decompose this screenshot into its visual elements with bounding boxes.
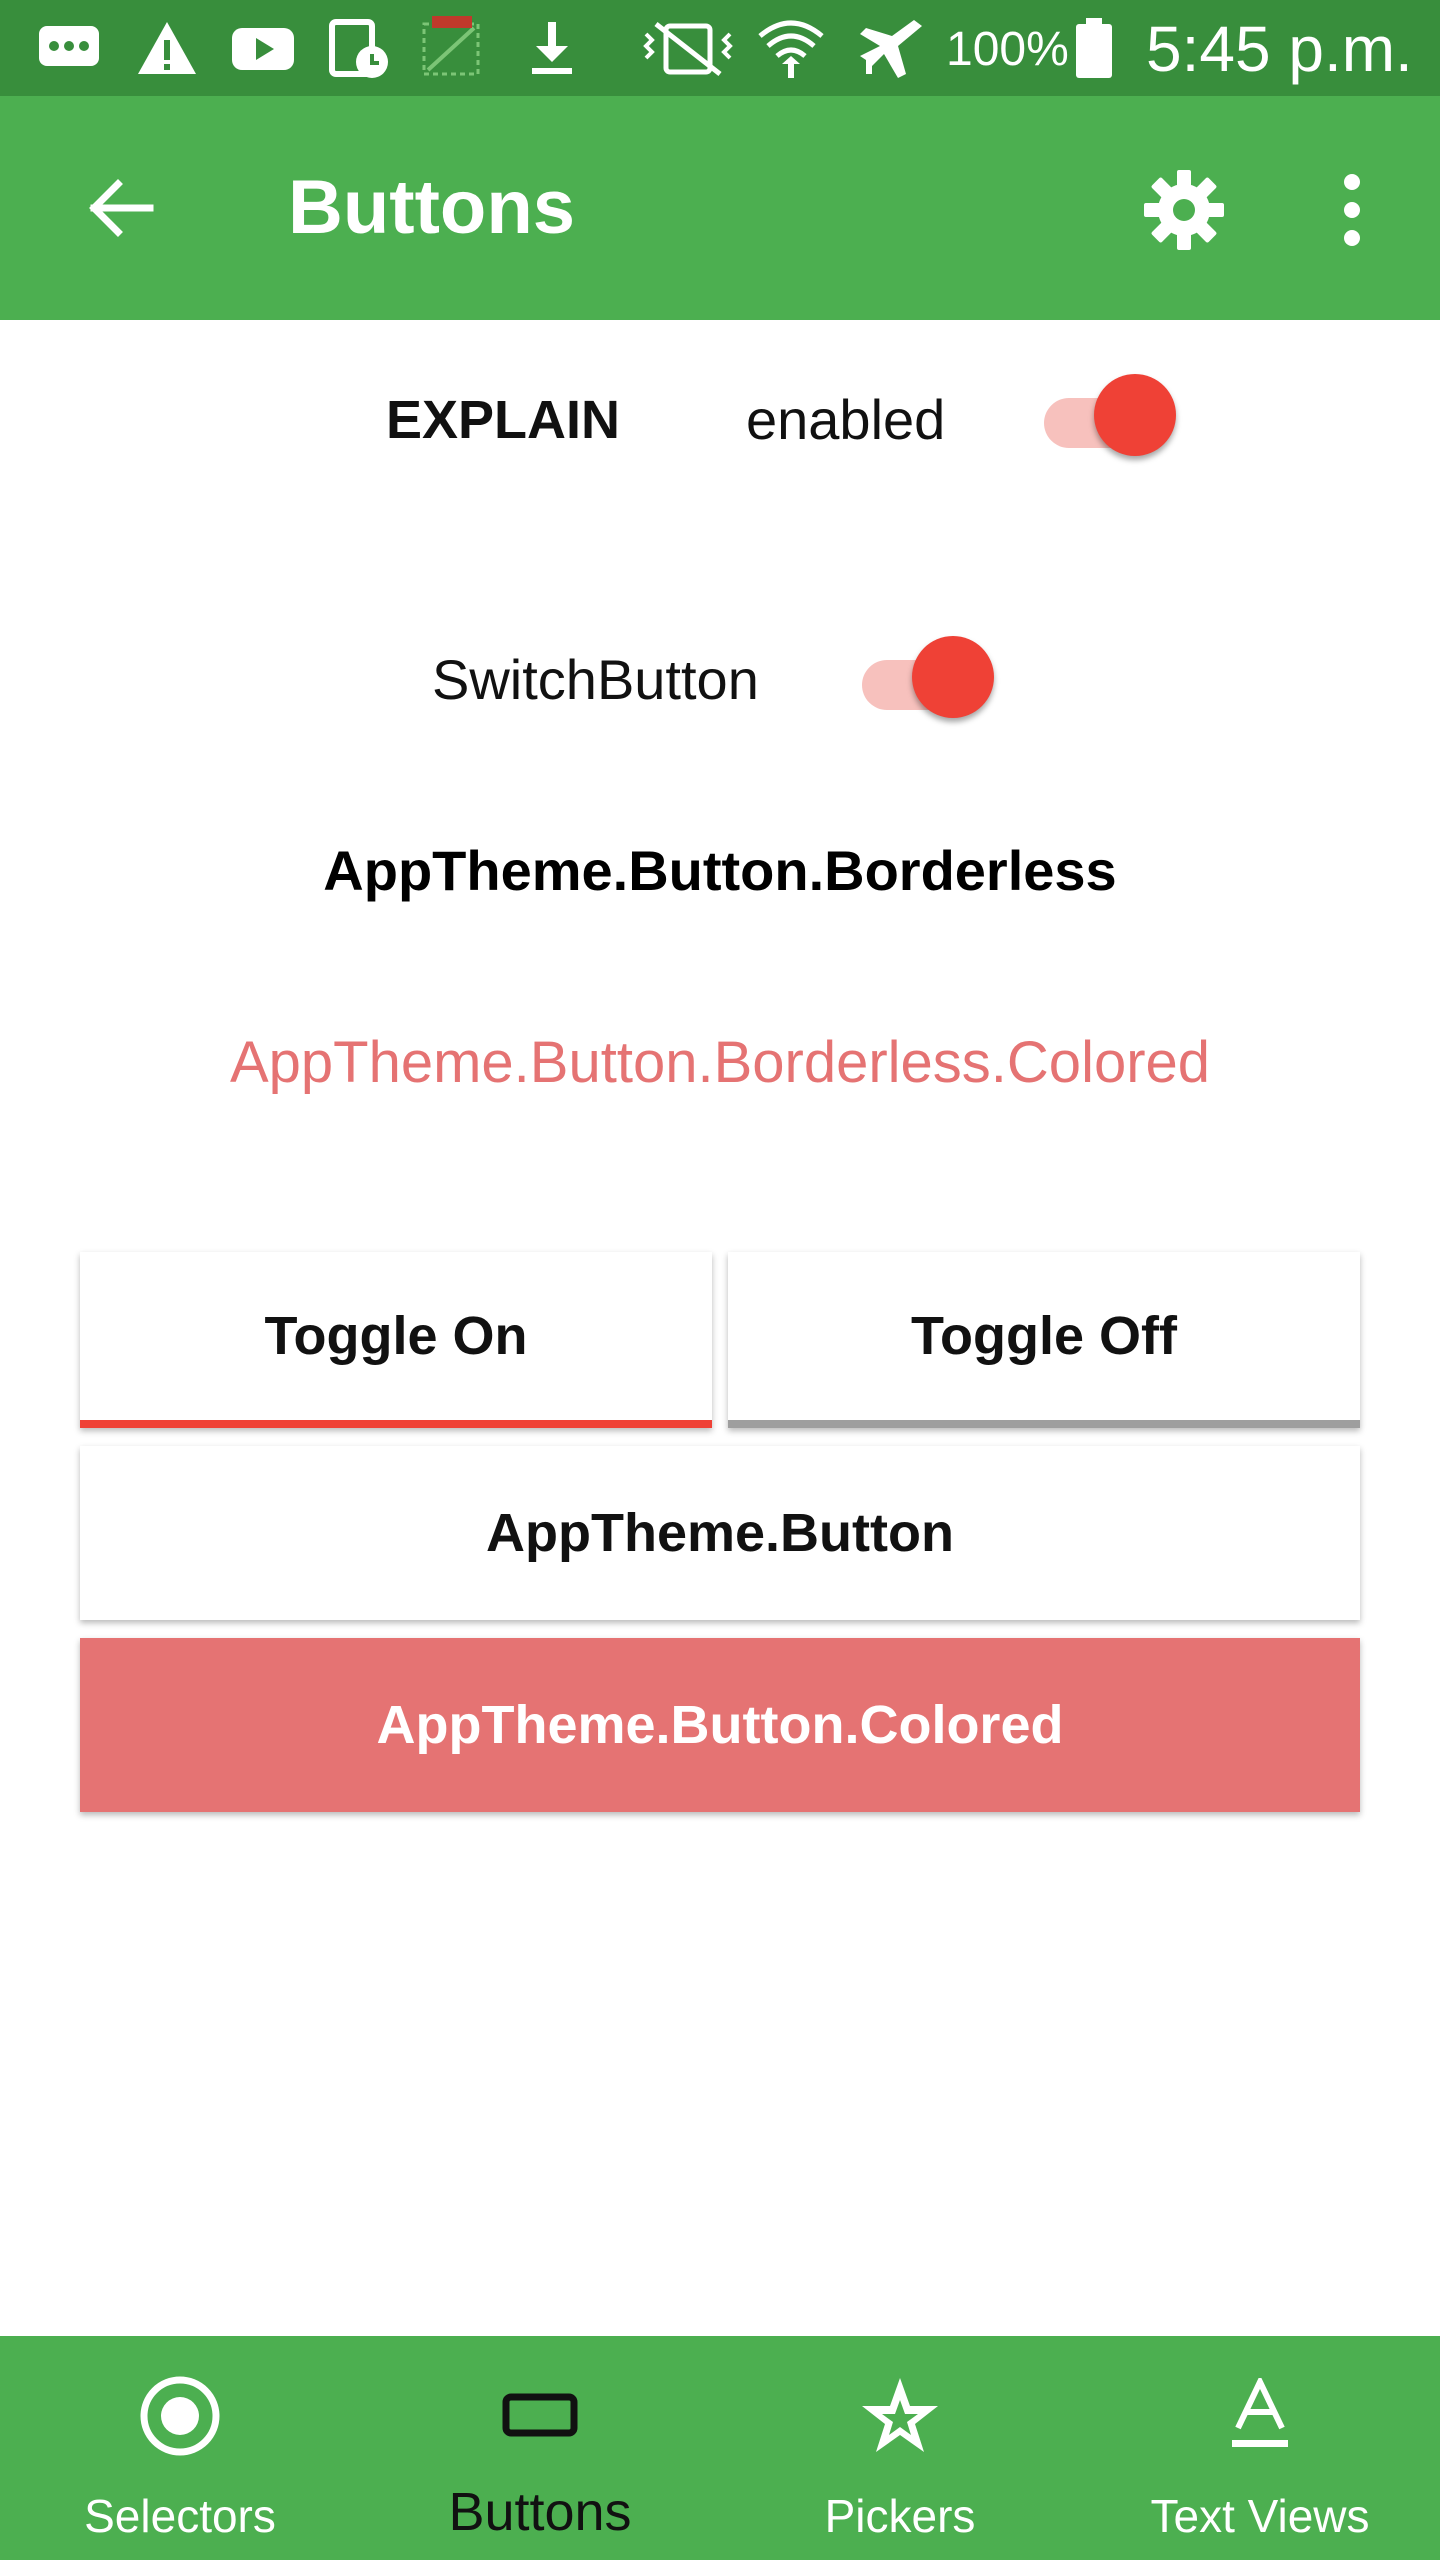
download-icon <box>532 22 572 74</box>
settings-button[interactable] <box>1126 152 1242 268</box>
sms-icon <box>39 26 99 66</box>
back-button[interactable] <box>60 148 180 268</box>
battery-icon <box>1076 18 1112 78</box>
switch-button-label: SwitchButton <box>432 648 759 711</box>
toggle-on-button[interactable]: Toggle On <box>80 1252 712 1428</box>
borderless-button[interactable]: AppTheme.Button.Borderless <box>0 826 1440 916</box>
gear-icon <box>1144 170 1224 250</box>
youtube-icon <box>232 28 294 70</box>
nav-item-buttons[interactable]: Buttons <box>360 2336 720 2560</box>
vibrate-off-icon <box>643 22 733 76</box>
enabled-label: enabled <box>746 388 946 451</box>
switch-thumb <box>1094 374 1176 456</box>
fake-gps-icon <box>422 16 480 76</box>
nav-label-pickers: Pickers <box>824 2490 976 2542</box>
text-format-icon <box>1232 2378 1288 2447</box>
battery-percent: 100% <box>946 23 1069 76</box>
clock: 5:45 p.m. <box>1146 13 1413 85</box>
nav-label-selectors: Selectors <box>84 2490 276 2542</box>
nav-label-buttons: Buttons <box>448 2482 632 2542</box>
status-bar: 100% 5:45 p.m. <box>0 0 1440 96</box>
star-outline-icon <box>862 2378 938 2452</box>
toolbar: Buttons <box>0 96 1440 320</box>
more-vert-icon <box>1344 174 1360 246</box>
bottom-navigation: Selectors Buttons Pickers Text Views <box>0 2336 1440 2560</box>
explain-label: EXPLAIN <box>386 390 621 450</box>
warning-icon <box>138 22 196 74</box>
explain-switch[interactable] <box>1044 374 1176 464</box>
app-theme-button[interactable]: AppTheme.Button <box>80 1446 1360 1620</box>
nav-item-text-views[interactable]: Text Views <box>1080 2336 1440 2560</box>
switch-button[interactable] <box>862 636 994 726</box>
more-options-button[interactable] <box>1300 152 1404 268</box>
device-clock-icon <box>329 19 388 78</box>
switch-thumb <box>912 636 994 718</box>
button-outline-icon <box>502 2393 578 2437</box>
toggle-off-button[interactable]: Toggle Off <box>728 1252 1360 1428</box>
borderless-colored-button[interactable]: AppTheme.Button.Borderless.Colored <box>0 1018 1440 1108</box>
radio-button-icon <box>140 2376 220 2456</box>
app-theme-colored-button[interactable]: AppTheme.Button.Colored <box>80 1638 1360 1812</box>
arrow-left-icon <box>89 179 154 237</box>
nav-label-text-views: Text Views <box>1150 2490 1370 2542</box>
nav-item-pickers[interactable]: Pickers <box>720 2336 1080 2560</box>
page-title: Buttons <box>288 165 576 250</box>
airplane-icon <box>860 20 922 78</box>
wifi-icon <box>758 20 824 78</box>
nav-item-selectors[interactable]: Selectors <box>0 2336 360 2560</box>
